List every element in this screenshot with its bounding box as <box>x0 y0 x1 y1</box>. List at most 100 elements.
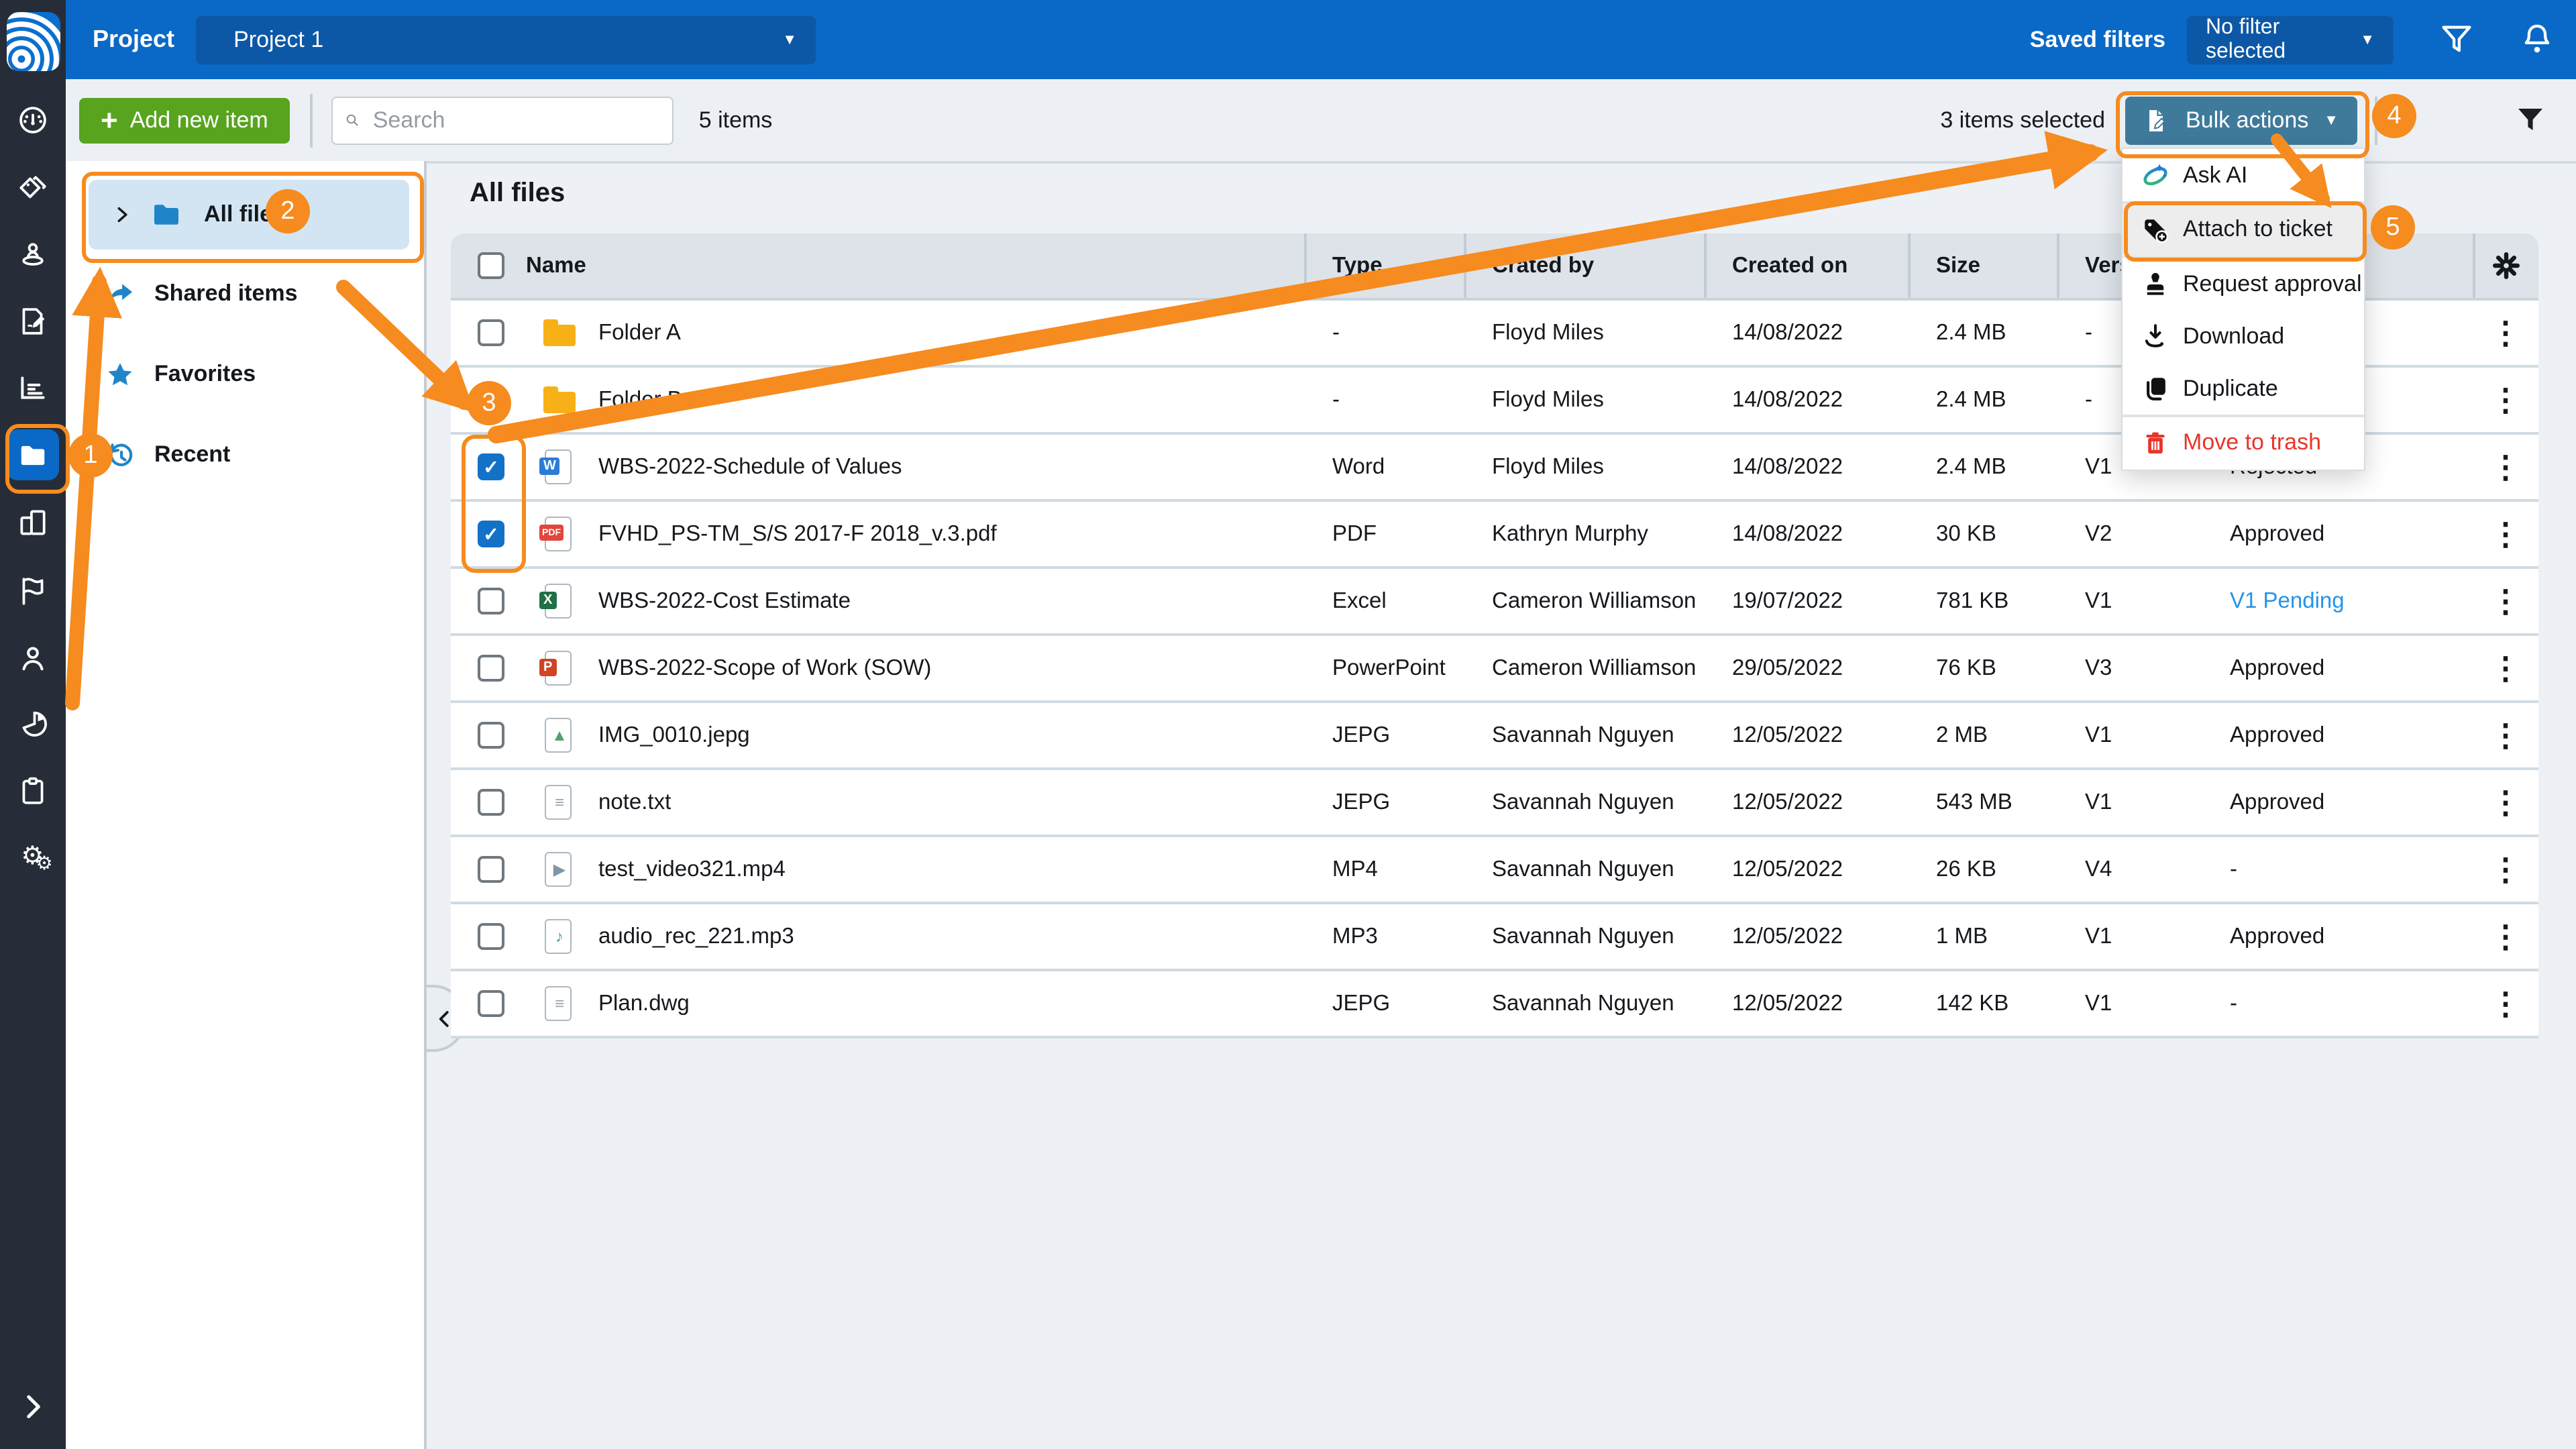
ranking-chart-icon <box>16 370 50 403</box>
table-row[interactable]: ≡ Plan.dwg JEPG Savannah Nguyen 12/05/20… <box>451 971 2538 1038</box>
row-checkbox[interactable] <box>478 923 504 950</box>
nav-item-shared-items[interactable]: Shared items <box>103 267 298 321</box>
sidebar-item-settings[interactable]: ⚙⚙ <box>0 830 66 884</box>
column-header-type[interactable]: Type <box>1304 253 1464 278</box>
menu-item-ask-ai[interactable]: Ask AI <box>2123 149 2364 201</box>
sidebar-item-location[interactable] <box>0 227 66 280</box>
cell-version: V1 <box>2057 991 2202 1016</box>
file-name[interactable]: Plan.dwg <box>598 991 690 1016</box>
row-menu-kebab[interactable]: ⋮ <box>2490 586 2521 616</box>
file-name[interactable]: WBS-2022-Cost Estimate <box>598 588 851 614</box>
nav-item-recent[interactable]: Recent <box>103 428 230 482</box>
cell-created-on: 12/05/2022 <box>1704 790 1908 815</box>
filter-funnel-icon[interactable] <box>2439 21 2474 58</box>
menu-item-attach-ticket[interactable]: Attach to ticket <box>2123 203 2364 256</box>
row-menu-kebab[interactable]: ⋮ <box>2490 787 2521 818</box>
cell-status: Approved <box>2202 722 2473 748</box>
table-row[interactable]: X WBS-2022-Cost Estimate Excel Cameron W… <box>451 569 2538 636</box>
row-checkbox[interactable] <box>478 655 504 682</box>
sidebar-item-tasks[interactable] <box>0 763 66 817</box>
search-box[interactable] <box>331 96 674 144</box>
menu-item-duplicate[interactable]: Duplicate <box>2123 362 2364 415</box>
column-header-name[interactable]: Name <box>526 253 1304 278</box>
row-menu-kebab[interactable]: ⋮ <box>2490 451 2521 482</box>
table-row[interactable]: PDF FVHD_PS-TM_S/S 2017-F 2018_v.3.pdf P… <box>451 502 2538 569</box>
add-new-item-button[interactable]: + Add new item <box>79 97 290 143</box>
cell-crated-by: Savannah Nguyen <box>1464 857 1704 882</box>
table-row[interactable]: ≡ note.txt JEPG Savannah Nguyen 12/05/20… <box>451 770 2538 837</box>
sidebar-item-users[interactable] <box>0 631 66 684</box>
row-menu-kebab[interactable]: ⋮ <box>2490 653 2521 684</box>
bulk-actions-button[interactable]: Bulk actions ▼ <box>2125 96 2357 144</box>
file-name[interactable]: audio_rec_221.mp3 <box>598 924 794 949</box>
cell-type: PDF <box>1304 521 1464 547</box>
table-settings-gear-icon[interactable] <box>2489 250 2522 282</box>
row-menu-kebab[interactable]: ⋮ <box>2490 384 2521 415</box>
row-checkbox[interactable] <box>478 588 504 614</box>
ask-ai-icon <box>2140 160 2169 190</box>
row-menu-kebab[interactable]: ⋮ <box>2490 317 2521 348</box>
row-checkbox[interactable] <box>478 990 504 1017</box>
project-selector[interactable]: Project 1 ▼ <box>196 15 816 64</box>
menu-item-move-trash[interactable]: Move to trash <box>2123 417 2364 469</box>
column-header-size[interactable]: Size <box>1908 253 2057 278</box>
download-icon <box>2140 321 2169 351</box>
cell-status: Approved <box>2202 655 2473 681</box>
sidebar-expand-button[interactable] <box>0 1379 66 1433</box>
row-checkbox[interactable] <box>478 856 504 883</box>
cell-size: 781 KB <box>1908 588 2057 614</box>
file-name[interactable]: Folder B <box>598 387 682 413</box>
sidebar-item-forms[interactable] <box>0 294 66 347</box>
table-row[interactable]: ▲ IMG_0010.jepg JEPG Savannah Nguyen 12/… <box>451 703 2538 770</box>
row-checkbox[interactable] <box>478 722 504 749</box>
row-checkbox[interactable] <box>478 521 504 547</box>
plus-icon: + <box>101 105 118 135</box>
notifications-bell-icon[interactable] <box>2520 21 2555 58</box>
nav-item-favorites[interactable]: Favorites <box>103 347 256 401</box>
sidebar-item-analytics[interactable] <box>0 696 66 750</box>
cell-size: 1 MB <box>1908 924 2057 949</box>
cell-status: V1 Pending <box>2202 588 2473 614</box>
row-checkbox[interactable] <box>478 319 504 346</box>
row-menu-kebab[interactable]: ⋮ <box>2490 519 2521 549</box>
nav-item-all-files[interactable]: All files <box>89 180 409 250</box>
row-menu-kebab[interactable]: ⋮ <box>2490 854 2521 885</box>
file-name[interactable]: test_video321.mp4 <box>598 857 786 882</box>
table-row[interactable]: P WBS-2022-Scope of Work (SOW) PowerPoin… <box>451 636 2538 703</box>
sidebar-item-files-active[interactable] <box>7 429 59 480</box>
sidebar-item-companies[interactable] <box>0 495 66 549</box>
annotation-circle-2: 2 <box>266 189 310 233</box>
menu-item-download[interactable]: Download <box>2123 310 2364 362</box>
row-menu-kebab[interactable]: ⋮ <box>2490 988 2521 1019</box>
sidebar-item-reports[interactable] <box>0 360 66 413</box>
cell-version: V4 <box>2057 857 2202 882</box>
table-filter-funnel-icon[interactable] <box>2514 103 2546 138</box>
table-row[interactable]: ♪ audio_rec_221.mp3 MP3 Savannah Nguyen … <box>451 904 2538 971</box>
file-type-icon: ▶ <box>542 851 577 888</box>
table-row[interactable]: ▶ test_video321.mp4 MP4 Savannah Nguyen … <box>451 837 2538 904</box>
sidebar-item-flags[interactable] <box>0 564 66 617</box>
bulk-document-pencil-icon <box>2143 107 2169 133</box>
row-menu-kebab[interactable]: ⋮ <box>2490 720 2521 751</box>
row-checkbox[interactable] <box>478 789 504 816</box>
column-header-created-on[interactable]: Created on <box>1704 253 1908 278</box>
row-menu-kebab[interactable]: ⋮ <box>2490 921 2521 952</box>
file-type-icon: P <box>542 649 577 687</box>
person-pin-icon <box>16 237 50 270</box>
saved-filter-selector[interactable]: No filter selected ▼ <box>2187 15 2394 64</box>
file-name[interactable]: IMG_0010.jepg <box>598 722 750 748</box>
chevron-down-icon: ▼ <box>2324 112 2339 128</box>
search-input[interactable] <box>370 105 672 135</box>
sidebar-item-dashboard[interactable] <box>0 93 66 146</box>
sidebar-item-tags[interactable] <box>0 161 66 215</box>
column-header-crated-by[interactable]: Crated by <box>1464 253 1704 278</box>
file-name[interactable]: WBS-2022-Scope of Work (SOW) <box>598 655 931 681</box>
file-name[interactable]: WBS-2022-Schedule of Values <box>598 454 902 480</box>
app-logo[interactable] <box>7 12 60 71</box>
select-all-checkbox[interactable] <box>478 252 504 279</box>
menu-item-request-approval[interactable]: Request approval <box>2123 258 2364 310</box>
row-checkbox[interactable] <box>478 453 504 480</box>
file-name[interactable]: Folder A <box>598 320 681 345</box>
file-name[interactable]: FVHD_PS-TM_S/S 2017-F 2018_v.3.pdf <box>598 521 997 547</box>
file-name[interactable]: note.txt <box>598 790 671 815</box>
